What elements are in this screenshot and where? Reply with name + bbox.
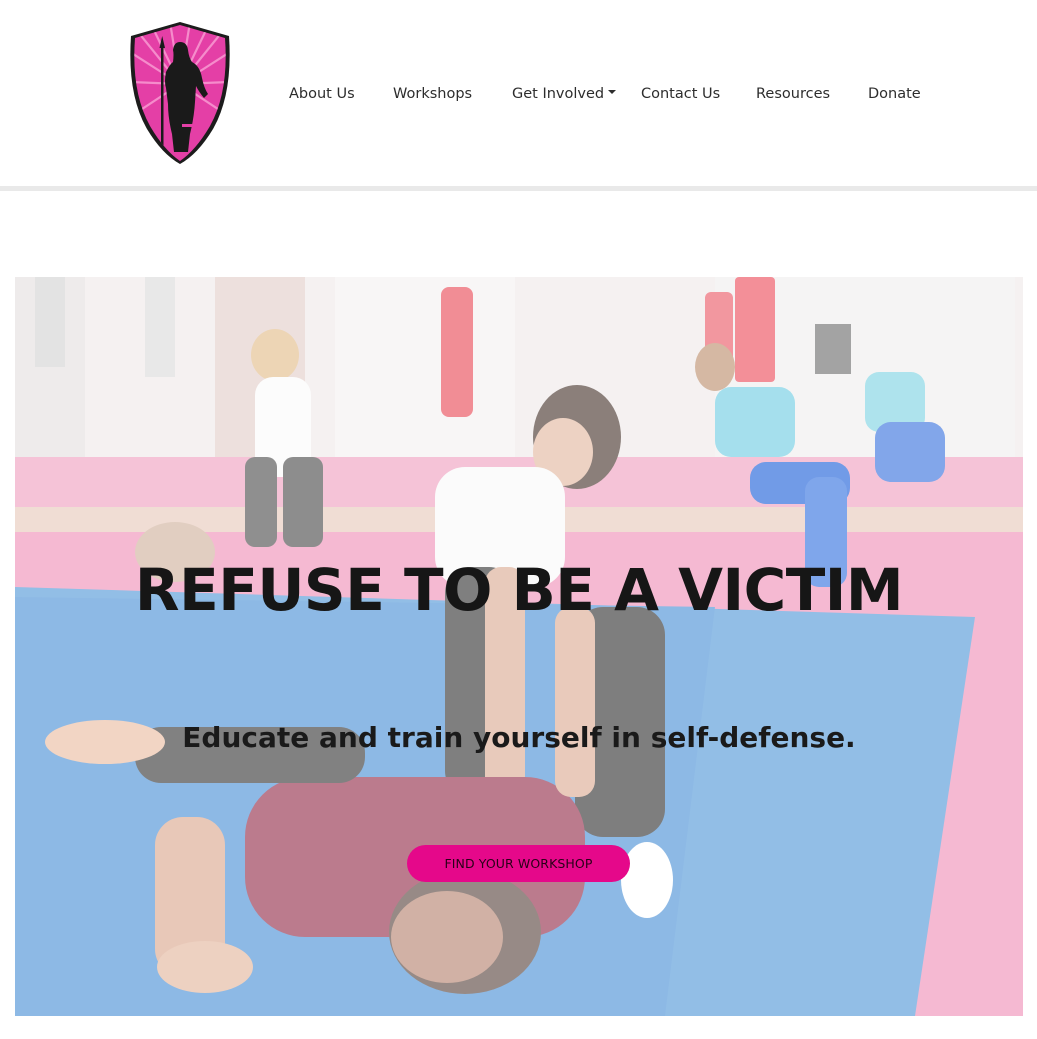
shield-logo-icon[interactable]: [130, 22, 230, 164]
find-workshop-button[interactable]: FIND YOUR WORKSHOP: [407, 845, 630, 882]
site-header: About Us Workshops Get Involved Contact …: [0, 0, 1037, 187]
nav-item-about-us[interactable]: About Us: [289, 84, 355, 104]
hero-background-image: [15, 277, 1023, 1016]
hero-banner: REFUSE TO BE A VICTIM Educate and train …: [15, 277, 1023, 1016]
hero-subtitle: Educate and train yourself in self-defen…: [182, 721, 856, 754]
nav-item-resources[interactable]: Resources: [756, 84, 830, 104]
header-divider: [0, 186, 1037, 191]
nav-item-workshops[interactable]: Workshops: [393, 84, 472, 104]
nav-item-donate[interactable]: Donate: [868, 84, 921, 104]
nav-item-get-involved[interactable]: Get Involved: [512, 84, 617, 104]
nav-item-contact-us[interactable]: Contact Us: [641, 84, 720, 104]
nav-item-get-involved-label: Get Involved: [512, 86, 605, 102]
caret-down-icon: [608, 90, 617, 94]
hero-title: REFUSE TO BE A VICTIM: [134, 556, 904, 624]
